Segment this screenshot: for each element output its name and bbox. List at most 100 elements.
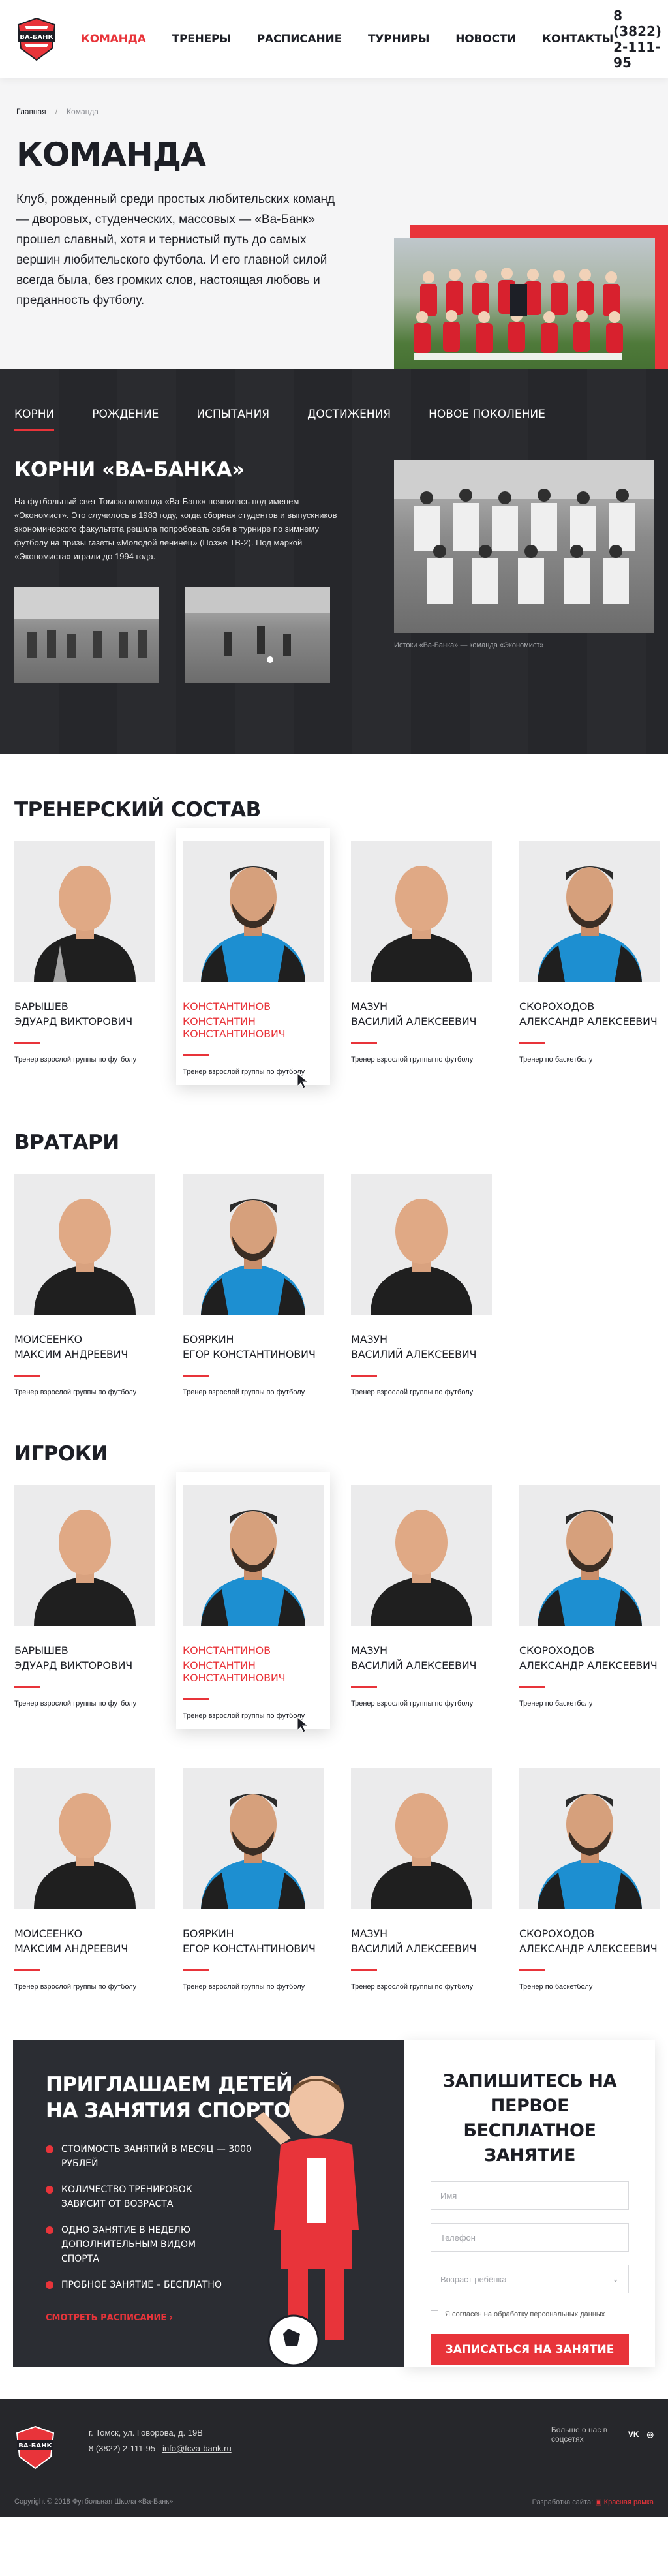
developer-link[interactable]: Красная рамка bbox=[604, 2498, 654, 2506]
nav-tournaments[interactable]: ТУРНИРЫ bbox=[368, 33, 429, 46]
player-card[interactable]: СКОРОХОДОВ АЛЕКСАНДР АЛЕКСЕЕВИЧ Тренер п… bbox=[519, 1768, 660, 1991]
coach-photo bbox=[351, 841, 492, 982]
svg-text:ВА-БАНК: ВА-БАНК bbox=[18, 2442, 52, 2449]
footer-bottom: Copyright © 2018 Футбольная Школа «Ва-Ба… bbox=[14, 2498, 654, 2506]
bald-man-portrait bbox=[14, 1174, 155, 1315]
consent-checkbox[interactable]: Я согласен на обработку персональных дан… bbox=[431, 2310, 629, 2318]
goalkeeper-photo bbox=[183, 1174, 324, 1315]
developer-credit: Разработка сайта: ▣ Красная рамка bbox=[532, 2498, 654, 2506]
bald-man-portrait bbox=[351, 1485, 492, 1626]
benefit-text: СТОИМОСТЬ ЗАНЯТИЙ В МЕСЯЦ — 3000 РУБЛЕЙ bbox=[61, 2144, 252, 2169]
goalkeeper-card[interactable]: МОИСЕЕНКО МАКСИМ АНДРЕЕВИЧ Тренер взросл… bbox=[14, 1174, 155, 1396]
coach-role: Тренер по баскетболу bbox=[519, 1056, 593, 1064]
player-card[interactable]: МАЗУН ВАСИЛИЙ АЛЕКСЕЕВИЧ Тренер взрослой… bbox=[351, 1768, 492, 1991]
footer-email[interactable]: info@fcva-bank.ru bbox=[162, 2444, 232, 2453]
goalkeeper-last-name: БОЯРКИН bbox=[183, 1333, 234, 1345]
team-photo bbox=[394, 225, 668, 390]
nav-schedule[interactable]: РАСПИСАНИЕ bbox=[257, 33, 342, 46]
child-age-placeholder: Возраст ребёнка bbox=[440, 2274, 507, 2284]
player-last-name: БАРЫШЕВ bbox=[14, 1644, 68, 1657]
phone-input[interactable] bbox=[431, 2223, 629, 2252]
player-card[interactable]: МАЗУН ВАСИЛИЙ АЛЕКСЕЕВИЧ Тренер взрослой… bbox=[351, 1485, 492, 1729]
coach-last-name: КОНСТАНТИНОВ bbox=[183, 1000, 271, 1013]
coach-card[interactable]: БАРЫШЕВ ЭДУАРД ВИКТОРОВИЧ Тренер взросло… bbox=[14, 841, 155, 1085]
tab-birth[interactable]: РОЖДЕНИЕ bbox=[92, 408, 159, 431]
goalkeeper-card[interactable]: МАЗУН ВАСИЛИЙ АЛЕКСЕЕВИЧ Тренер взрослой… bbox=[351, 1174, 492, 1396]
divider bbox=[351, 1969, 377, 1971]
social-block: Больше о нас в соцсетях VK ◎ bbox=[551, 2425, 654, 2444]
checkbox-box[interactable] bbox=[431, 2310, 438, 2318]
divider bbox=[351, 1686, 377, 1688]
players-grid-row-1: БАРЫШЕВ ЭДУАРД ВИКТОРОВИЧ Тренер взросло… bbox=[0, 1472, 668, 1733]
site-footer: ВА-БАНК г. Томск, ул. Говорова, д. 19В 8… bbox=[0, 2399, 668, 2517]
footer-contacts: г. Томск, ул. Говорова, д. 19В 8 (3822) … bbox=[89, 2425, 232, 2457]
goalkeeper-card[interactable]: БОЯРКИН ЕГОР КОНСТАНТИНОВИЧ Тренер взрос… bbox=[183, 1174, 324, 1396]
submit-signup-button[interactable]: ЗАПИСАТЬСЯ НА ЗАНЯТИЕ bbox=[431, 2334, 629, 2365]
divider bbox=[519, 1042, 545, 1044]
divider bbox=[183, 1054, 209, 1056]
view-schedule-link[interactable]: СМОТРЕТЬ РАСПИСАНИЕ › bbox=[46, 2313, 173, 2323]
bearded-man-portrait bbox=[183, 1174, 324, 1315]
nav-contacts[interactable]: КОНТАКТЫ bbox=[542, 33, 613, 46]
tab-trials[interactable]: ИСПЫТАНИЯ bbox=[196, 408, 269, 431]
goalkeeper-role: Тренер взрослой группы по футболу bbox=[14, 1388, 137, 1396]
cursor-icon bbox=[297, 1716, 309, 1733]
tab-new-generation[interactable]: НОВОЕ ПОКОЛЕНИЕ bbox=[429, 408, 545, 431]
nav-coaches[interactable]: ТРЕНЕРЫ bbox=[172, 33, 231, 46]
club-logo[interactable]: ВА-БАНК bbox=[16, 17, 57, 61]
player-card[interactable]: БАРЫШЕВ ЭДУАРД ВИКТОРОВИЧ Тренер взросло… bbox=[14, 1485, 155, 1729]
bearded-man-portrait bbox=[519, 841, 660, 982]
instagram-icon[interactable]: ◎ bbox=[647, 2430, 654, 2439]
vk-icon[interactable]: VK bbox=[628, 2430, 639, 2439]
child-age-select[interactable]: Возраст ребёнка ⌄ bbox=[431, 2265, 629, 2293]
player-first-name: ЕГОР КОНСТАНТИНОВИЧ bbox=[183, 1942, 316, 1955]
player-first-name: ВАСИЛИЙ АЛЕКСЕЕВИЧ bbox=[351, 1942, 477, 1955]
bald-man-portrait bbox=[14, 1485, 155, 1626]
coach-card[interactable]: СКОРОХОДОВ АЛЕКСАНДР АЛЕКСЕЕВИЧ Тренер п… bbox=[519, 841, 660, 1085]
header-phone[interactable]: 8 (3822) 2-111-95 bbox=[613, 8, 661, 70]
footer-phone[interactable]: 8 (3822) 2-111-95 bbox=[89, 2444, 155, 2453]
player-first-name: ВАСИЛИЙ АЛЕКСЕЕВИЧ bbox=[351, 1659, 477, 1672]
signup-section: ПРИГЛАШАЕМ ДЕТЕЙ НА ЗАНЯТИЯ СПОРТОМ СТОИМ… bbox=[13, 2040, 655, 2367]
bearded-man-portrait bbox=[519, 1768, 660, 1909]
coach-last-name: БАРЫШЕВ bbox=[14, 1000, 68, 1013]
player-card[interactable]: СКОРОХОДОВ АЛЕКСАНДР АЛЕКСЕЕВИЧ Тренер п… bbox=[519, 1485, 660, 1729]
coach-first-name: АЛЕКСАНДР АЛЕКСЕЕВИЧ bbox=[519, 1015, 658, 1028]
player-last-name: СКОРОХОДОВ bbox=[519, 1644, 594, 1657]
player-photo bbox=[14, 1768, 155, 1909]
coach-first-name: ВАСИЛИЙ АЛЕКСЕЕВИЧ bbox=[351, 1015, 477, 1028]
goalkeeper-last-name: МАЗУН bbox=[351, 1333, 387, 1345]
player-last-name: МАЗУН bbox=[351, 1644, 387, 1657]
goalkeeper-photo bbox=[351, 1174, 492, 1315]
player-last-name: МОИСЕЕНКО bbox=[14, 1927, 82, 1940]
nav-team[interactable]: КОМАНДА bbox=[81, 33, 146, 46]
divider bbox=[14, 1969, 40, 1971]
history-main-photo[interactable] bbox=[394, 460, 654, 633]
nav-news[interactable]: НОВОСТИ bbox=[455, 33, 516, 46]
social-label: Больше о нас в соцсетях bbox=[551, 2425, 608, 2444]
coach-card[interactable]: МАЗУН ВАСИЛИЙ АЛЕКСЕЕВИЧ Тренер взрослой… bbox=[351, 841, 492, 1085]
coaches-grid: БАРЫШЕВ ЭДУАРД ВИКТОРОВИЧ Тренер взросло… bbox=[0, 828, 668, 1089]
bald-man-portrait bbox=[351, 1174, 492, 1315]
history-photo-1[interactable] bbox=[14, 587, 159, 683]
divider bbox=[183, 1969, 209, 1971]
name-input[interactable] bbox=[431, 2181, 629, 2210]
tab-roots[interactable]: КОРНИ bbox=[14, 408, 55, 431]
player-card-highlighted[interactable]: КОНСТАНТИНОВ КОНСТАНТИН КОНСТАНТИНОВИЧ Т… bbox=[176, 1472, 330, 1733]
coach-first-name: ЭДУАРД ВИКТОРОВИЧ bbox=[14, 1015, 133, 1028]
history-photo-2[interactable] bbox=[185, 587, 330, 683]
coach-card-highlighted[interactable]: КОНСТАНТИНОВ КОНСТАНТИН КОНСТАНТИНОВИЧ Т… bbox=[176, 828, 330, 1089]
footer-logo[interactable]: ВА-БАНК bbox=[14, 2425, 56, 2470]
goalkeeper-role: Тренер взрослой группы по футболу bbox=[351, 1388, 474, 1396]
player-role: Тренер взрослой группы по футболу bbox=[14, 1983, 137, 1991]
bald-man-portrait bbox=[14, 1768, 155, 1909]
player-photo bbox=[351, 1485, 492, 1626]
history-photo-1-image bbox=[14, 587, 159, 658]
player-card[interactable]: МОИСЕЕНКО МАКСИМ АНДРЕЕВИЧ Тренер взросл… bbox=[14, 1768, 155, 1991]
coaches-title: ТРЕНЕРСКИЙ СОСТАВ bbox=[14, 798, 261, 821]
tab-achievements[interactable]: ДОСТИЖЕНИЯ bbox=[307, 408, 391, 431]
breadcrumb-home[interactable]: Главная bbox=[16, 107, 46, 116]
coach-role: Тренер взрослой группы по футболу bbox=[351, 1056, 474, 1064]
player-card[interactable]: БОЯРКИН ЕГОР КОНСТАНТИНОВИЧ Тренер взрос… bbox=[183, 1768, 324, 1991]
player-last-name: КОНСТАНТИНОВ bbox=[183, 1644, 271, 1657]
